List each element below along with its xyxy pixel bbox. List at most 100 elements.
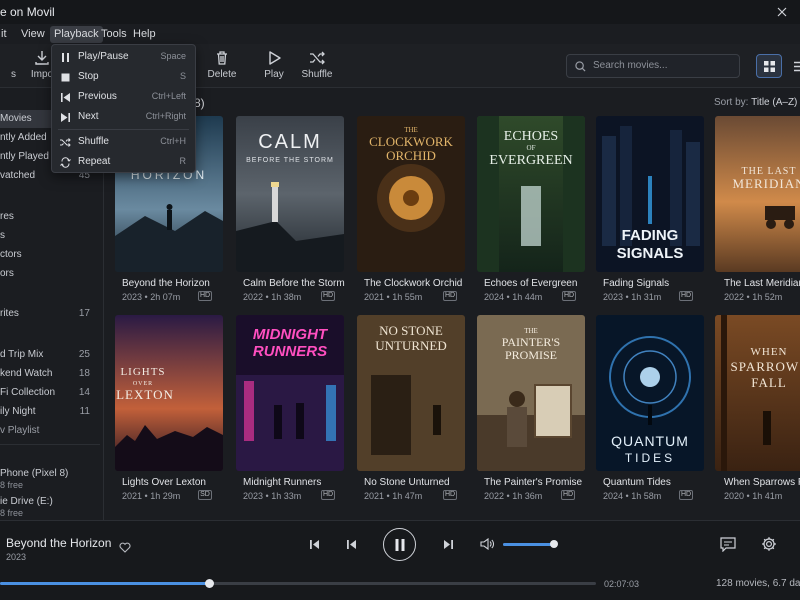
sidebar-item-label: ie Drive (E:) (0, 496, 53, 507)
movie-poster: THE CLOCKWORK ORCHID (357, 116, 465, 272)
menu-item-shuffle[interactable]: Shuffle Ctrl+H (52, 132, 195, 152)
movie-duration: 1h 44m (512, 292, 543, 302)
sidebar-item-actors[interactable]: ctors (0, 246, 100, 264)
sidebar-item-label: v Playlist (0, 425, 40, 436)
now-playing-title: Beyond the Horizon (6, 536, 112, 550)
movie-poster: NO STONE UNTURNED (357, 315, 465, 471)
poster-title: CLOCKWORK (369, 134, 453, 149)
menu-item-shortcut: Ctrl+Left (151, 91, 186, 101)
poster-title-line2: EVERGREEN (489, 153, 572, 168)
subtitles-button[interactable] (719, 535, 737, 553)
subtitles-icon (720, 536, 736, 552)
volume-slider[interactable] (503, 540, 559, 548)
movie-title: The Painter's Promise (484, 477, 583, 488)
shuffle-button[interactable]: Shuffle (295, 50, 339, 86)
sidebar-item-label: Movies (0, 113, 32, 124)
sidebar-item-genres[interactable]: res (0, 208, 100, 226)
poster-pretitle: THE (524, 327, 538, 335)
poster-title: LIGHTS (120, 366, 165, 378)
quality-badge: HD (679, 490, 693, 500)
sidebar-item-label: ily Night (0, 406, 36, 417)
settings-button[interactable] (760, 535, 778, 553)
movie-duration: 1h 33m (271, 491, 302, 501)
search-input[interactable]: Search movies... (593, 60, 667, 71)
menu-playback[interactable]: Playback (50, 26, 103, 43)
grid-view-button[interactable] (756, 54, 782, 78)
skip-to-start-button[interactable] (307, 537, 321, 551)
volume-icon (480, 538, 494, 550)
progress-bar[interactable] (0, 579, 596, 588)
movie-year: 2021 (364, 292, 385, 302)
sidebar-item-playlist[interactable]: kend Watch 18 (0, 365, 100, 383)
sidebar-item-years[interactable]: s (0, 227, 100, 245)
sidebar-item-subtext: 8 free (0, 508, 24, 518)
play-pause-button[interactable] (383, 528, 416, 561)
movie-meta: 2023 • 1h 33m (243, 491, 302, 501)
search-box[interactable]: Search movies... (566, 54, 740, 78)
movie-title: When Sparrows Fall (724, 477, 800, 488)
quality-badge: HD (443, 291, 457, 301)
quality-badge: SD (198, 490, 212, 500)
previous-button[interactable] (344, 537, 358, 551)
sidebar-item-favorites[interactable]: rites 17 (0, 305, 100, 323)
volume-fill (503, 543, 555, 546)
progress-handle[interactable] (204, 579, 214, 588)
menu-item-previous[interactable]: Previous Ctrl+Left (52, 87, 195, 107)
menu-item-label: Shuffle (78, 136, 109, 147)
sidebar-item-directors[interactable]: ors (0, 265, 100, 283)
movie-duration: 1h 58m (631, 491, 662, 501)
delete-button[interactable]: Delete (200, 50, 244, 86)
menu-item-label: Previous (78, 91, 117, 102)
movie-poster: THE LAST MERIDIAN (715, 116, 800, 272)
sort-prefix: Sort by: (714, 97, 749, 108)
playback-menu: Play/Pause Space Stop S Previous Ctrl+Le… (51, 44, 196, 173)
next-icon (443, 539, 453, 549)
stop-icon (61, 73, 70, 82)
sidebar-item-new-playlist[interactable]: v Playlist (0, 422, 100, 440)
poster-title-line2: SIGNALS (617, 245, 684, 262)
list-icon (793, 61, 800, 71)
menu-item-shortcut: Ctrl+H (160, 136, 186, 146)
menu-bar: it View Playback Tools Help (0, 24, 800, 44)
movie-title: Quantum Tides (603, 477, 671, 488)
sidebar-item-playlist[interactable]: d Trip Mix 25 (0, 346, 100, 364)
sidebar-item-label: kend Watch (0, 368, 53, 379)
sort-dropdown[interactable]: Sort by: Title (A–Z) (714, 97, 800, 108)
poster-title-line2: RUNNERS (253, 343, 327, 360)
delete-label: Delete (207, 69, 237, 80)
close-icon (777, 7, 787, 17)
progress-fill (0, 582, 209, 585)
menu-file[interactable]: it (0, 26, 11, 43)
poster-title: CALM (258, 131, 322, 153)
menu-help[interactable]: Help (129, 26, 160, 43)
menu-item-next[interactable]: Next Ctrl+Right (52, 107, 195, 127)
shuffle-icon (60, 138, 71, 147)
menu-item-shortcut: Space (160, 51, 186, 61)
poster-title-line2: TIDES (625, 451, 675, 465)
volume-button[interactable] (479, 537, 495, 551)
menu-item-stop[interactable]: Stop S (52, 67, 195, 87)
menu-view[interactable]: View (17, 26, 49, 43)
sidebar-item-playlist[interactable]: Fi Collection 14 (0, 384, 100, 402)
movie-duration: 2h 07m (150, 292, 181, 302)
sidebar-item-label: Fi Collection (0, 387, 56, 398)
toolbar-button-partial[interactable]: s (0, 50, 22, 86)
movie-duration: 1h 38m (271, 292, 302, 302)
menu-item-play-pause[interactable]: Play/Pause Space (52, 47, 195, 67)
menu-item-shortcut: Ctrl+Right (145, 111, 186, 121)
favorite-button[interactable] (118, 540, 132, 554)
poster-title: WHEN (751, 346, 788, 358)
poster-title: QUANTUM (611, 433, 689, 449)
movie-meta: 2020 • 1h 41m (724, 491, 783, 501)
play-button[interactable]: Play (252, 50, 296, 86)
close-window-button[interactable] (764, 0, 800, 24)
next-button[interactable] (441, 537, 455, 551)
list-view-button[interactable] (786, 54, 800, 78)
window-title: e on Movil (0, 5, 55, 19)
menu-item-repeat[interactable]: Repeat R (52, 152, 195, 172)
movie-meta: 2022 • 1h 36m (484, 491, 543, 501)
sidebar-item-playlist[interactable]: ily Night 11 (0, 403, 100, 421)
toolbar-icon (0, 50, 8, 66)
menu-tools[interactable]: Tools (97, 26, 131, 43)
sidebar-item-label: Phone (Pixel 8) (0, 468, 69, 479)
